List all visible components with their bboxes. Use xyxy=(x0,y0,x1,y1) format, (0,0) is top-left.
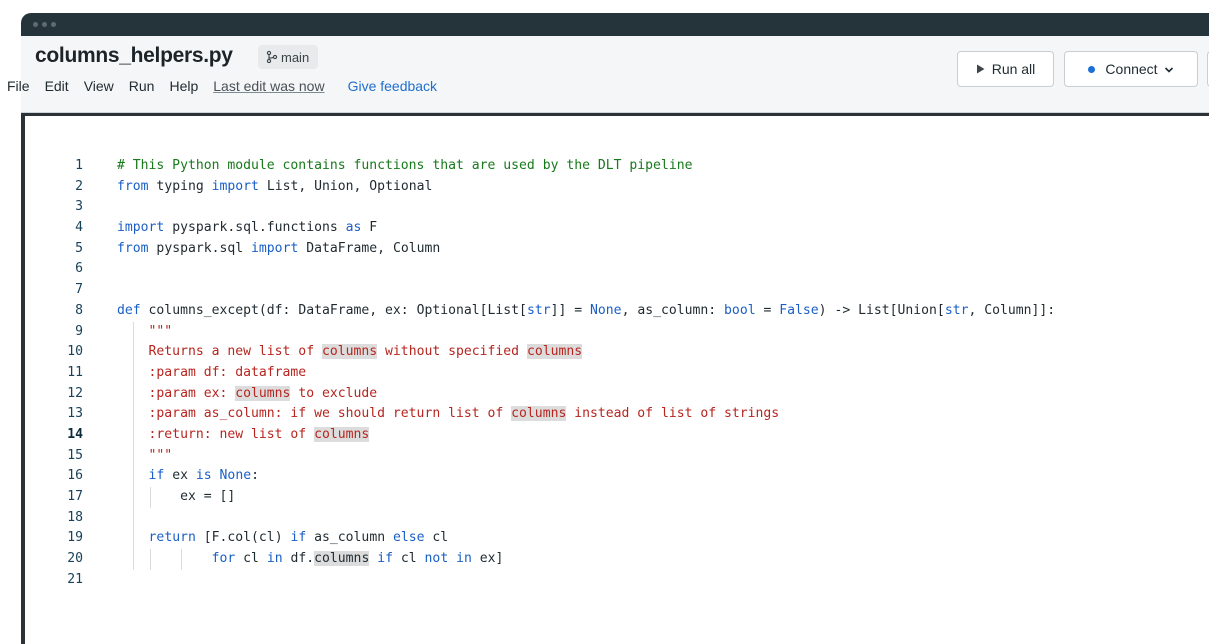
line-number: 10 xyxy=(67,344,83,360)
line-text: if ex is None: xyxy=(148,468,259,484)
line-text: Returns a new list of columns without sp… xyxy=(117,344,583,360)
close-window-dot[interactable] xyxy=(33,22,38,27)
menu-file[interactable]: File xyxy=(7,78,30,94)
code-line[interactable]: 4 import pyspark.sql.functions as F xyxy=(25,218,1209,239)
line-number: 16 xyxy=(67,468,83,484)
code-line[interactable]: 3 xyxy=(25,197,1209,218)
line-text: :param as_column: if we should return li… xyxy=(117,406,780,422)
line-number: 2 xyxy=(75,178,83,194)
code-line[interactable]: 20 for cl in df.columns if cl not in ex] xyxy=(25,549,1209,570)
menu-help[interactable]: Help xyxy=(169,78,198,94)
line-number: 11 xyxy=(67,364,83,380)
line-number: 13 xyxy=(67,406,83,422)
menu-edit[interactable]: Edit xyxy=(45,78,69,94)
line-number: 4 xyxy=(75,220,83,236)
run-all-label: Run all xyxy=(991,61,1036,77)
indent-guide xyxy=(181,549,183,570)
connect-button[interactable]: Connect xyxy=(1064,51,1198,87)
line-text: :param df: dataframe xyxy=(117,364,307,380)
line-text: from typing import List, Union, Optional xyxy=(117,178,433,194)
code-line[interactable]: 6 xyxy=(25,259,1209,280)
line-text: import pyspark.sql.functions as F xyxy=(117,220,378,236)
line-text: return [F.col(cl) if as_column else cl xyxy=(148,530,449,546)
code-line[interactable]: 2 from typing import List, Union, Optiona… xyxy=(25,177,1209,198)
last-edit-link[interactable]: Last edit was now xyxy=(213,78,324,94)
line-number: 8 xyxy=(75,302,83,318)
chevron-down-icon xyxy=(1164,61,1174,77)
maximize-window-dot[interactable] xyxy=(51,22,56,27)
code-line[interactable]: 8 def columns_except(df: DataFrame, ex: O… xyxy=(25,301,1209,322)
line-number: 19 xyxy=(67,530,83,546)
line-text: :param ex: columns to exclude xyxy=(117,385,378,401)
code-line[interactable]: 18 xyxy=(25,508,1209,529)
code-line[interactable]: 14 :return: new list of columns xyxy=(25,425,1209,446)
code-area[interactable]: 1 # This Python module contains functions… xyxy=(25,156,1209,590)
git-branch-icon xyxy=(265,50,279,64)
line-number: 18 xyxy=(67,509,83,525)
code-line[interactable]: 11 :param df: dataframe xyxy=(25,363,1209,384)
line-number: 9 xyxy=(75,323,83,339)
line-number: 21 xyxy=(67,571,83,587)
code-editor[interactable]: 1 # This Python module contains functions… xyxy=(21,113,1209,644)
code-line[interactable]: 17 ex = [] xyxy=(25,487,1209,508)
line-text: :return: new list of columns xyxy=(117,426,370,442)
code-line[interactable]: 1 # This Python module contains functions… xyxy=(25,156,1209,177)
give-feedback-link[interactable]: Give feedback xyxy=(348,78,438,94)
code-line[interactable]: 9 """ xyxy=(25,322,1209,343)
code-line[interactable]: 16 if ex is None: xyxy=(25,466,1209,487)
code-line[interactable]: 7 xyxy=(25,280,1209,301)
file-name[interactable]: columns_helpers.py xyxy=(35,44,233,68)
run-all-button[interactable]: Run all xyxy=(957,51,1054,87)
line-number: 3 xyxy=(75,199,83,215)
window-controls[interactable] xyxy=(33,22,56,27)
line-text: # This Python module contains functions … xyxy=(117,158,693,173)
line-number: 20 xyxy=(67,551,83,567)
menu-view[interactable]: View xyxy=(84,78,114,94)
line-number: 6 xyxy=(75,261,83,277)
branch-badge[interactable]: main xyxy=(258,45,319,69)
play-icon xyxy=(976,61,985,77)
line-number: 12 xyxy=(67,385,83,401)
connect-label: Connect xyxy=(1105,61,1158,77)
line-text: """ xyxy=(117,323,173,339)
indent-guide xyxy=(132,321,134,570)
line-number: 14 xyxy=(67,426,83,442)
line-number: 7 xyxy=(75,282,83,298)
menu-run[interactable]: Run xyxy=(129,78,155,94)
line-text: for cl in df.columns if cl not in ex] xyxy=(211,551,504,567)
line-text: from pyspark.sql import DataFrame, Colum… xyxy=(117,240,441,256)
code-line[interactable]: 13 :param as_column: if we should return… xyxy=(25,404,1209,425)
connection-status-dot xyxy=(1088,65,1096,73)
indent-guide xyxy=(149,487,151,508)
line-text: ex = [] xyxy=(117,489,236,504)
minimize-window-dot[interactable] xyxy=(42,22,47,27)
line-text: def columns_except(df: DataFrame, ex: Op… xyxy=(117,302,1056,318)
branch-name: main xyxy=(281,49,310,65)
code-line[interactable]: 21 xyxy=(25,570,1209,591)
line-number: 5 xyxy=(75,240,83,256)
code-line[interactable]: 15 """ xyxy=(25,446,1209,467)
line-number: 1 xyxy=(75,158,83,173)
code-line[interactable]: 10 Returns a new list of columns without… xyxy=(25,342,1209,363)
editor-header: columns_helpers.py main File Edit View R… xyxy=(7,36,1209,113)
line-number: 17 xyxy=(67,489,83,504)
code-line[interactable]: 12 :param ex: columns to exclude xyxy=(25,384,1209,405)
indent-guide xyxy=(149,549,151,570)
menu-bar: File Edit View Run Help Last edit was no… xyxy=(7,78,452,94)
line-number: 15 xyxy=(67,447,83,463)
code-line[interactable]: 5 from pyspark.sql import DataFrame, Colu… xyxy=(25,239,1209,260)
window-titlebar xyxy=(21,13,1209,36)
line-text: """ xyxy=(117,447,173,463)
code-line[interactable]: 19 return [F.col(cl) if as_column else c… xyxy=(25,528,1209,549)
